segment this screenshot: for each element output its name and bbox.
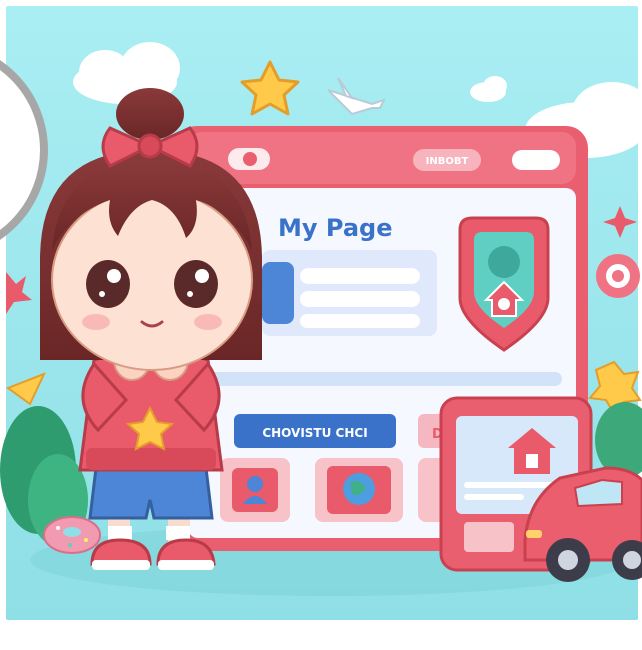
profile-line-2 <box>300 291 420 307</box>
donut-icon <box>43 516 101 554</box>
globe-card[interactable] <box>315 458 403 522</box>
avatar-placeholder-icon <box>262 262 294 324</box>
page-title: My Page <box>278 214 392 242</box>
user-card[interactable] <box>220 458 290 522</box>
illustration-stage: INBOBT My Page CHOVISTU CHCI D <box>0 0 642 646</box>
profile-line-3 <box>300 314 420 328</box>
pill-button-icon[interactable] <box>512 150 560 170</box>
user-icon <box>247 476 263 492</box>
toggle-knob <box>243 152 257 166</box>
profile-line-1 <box>300 268 420 284</box>
section-label: CHOVISTU CHCI <box>262 426 367 440</box>
scene: INBOBT My Page CHOVISTU CHCI D <box>0 0 642 646</box>
divider-bar <box>196 372 562 386</box>
ring-icon <box>596 254 640 298</box>
inbox-button-label: INBOBT <box>426 156 469 167</box>
